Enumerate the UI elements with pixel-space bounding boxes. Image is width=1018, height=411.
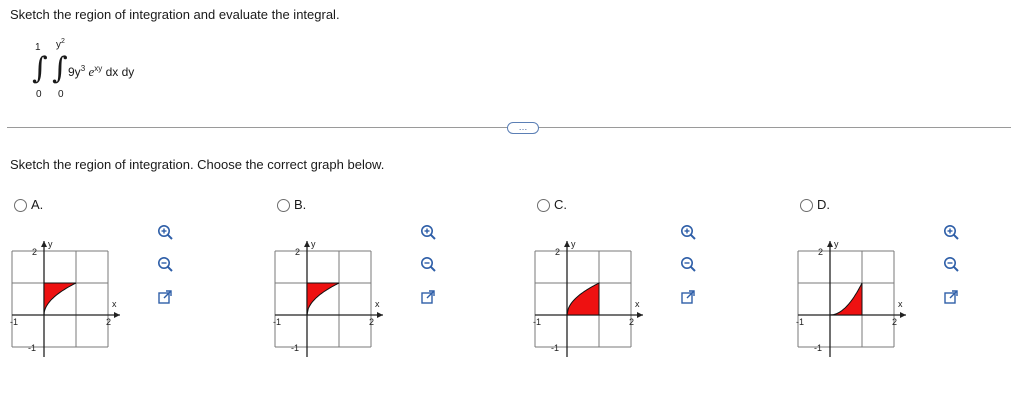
region-graph: y2x2-1-1 — [10, 239, 120, 357]
zoom-in-icon[interactable] — [419, 223, 437, 241]
inner-integral-sign: ∫ — [52, 51, 68, 86]
question-text: Sketch the region of integration. Choose… — [10, 157, 385, 172]
y-max-label: 2 — [295, 247, 300, 257]
x-max-label: 2 — [369, 317, 374, 327]
zoom-out-icon-glyph — [681, 257, 696, 272]
shaded-region — [829, 282, 863, 316]
x-min-label: -1 — [796, 317, 804, 327]
x-axis-label: x — [898, 299, 903, 309]
outer-lower-limit: 0 — [36, 89, 42, 100]
x-axis-arrow — [114, 312, 120, 318]
y-max-label: 2 — [555, 247, 560, 257]
zoom-in-icon[interactable] — [156, 223, 174, 241]
y-axis-arrow — [41, 241, 47, 247]
shaded-region — [566, 282, 600, 316]
answer-option-c[interactable]: C. y 2 x 2 -1 -1 — [533, 197, 777, 357]
open-in-window-icon-glyph — [158, 290, 172, 304]
zoom-in-icon-glyph — [158, 225, 173, 240]
zoom-in-icon-glyph — [681, 225, 696, 240]
zoom-out-icon[interactable] — [156, 255, 174, 273]
zoom-out-icon[interactable] — [679, 255, 697, 273]
open-in-window-icon[interactable] — [942, 288, 960, 306]
x-axis-arrow — [637, 312, 643, 318]
y-axis-arrow — [564, 241, 570, 247]
zoom-out-icon[interactable] — [942, 255, 960, 273]
y-max-label: 2 — [818, 247, 823, 257]
y-axis-label: y — [48, 239, 53, 249]
answer-option-d[interactable]: D. y 2 x 2 -1 -1 — [796, 197, 1018, 357]
zoom-in-icon-glyph — [421, 225, 436, 240]
x-max-label: 2 — [106, 317, 111, 327]
y-min-label: -1 — [814, 343, 822, 353]
x-max-label: 2 — [629, 317, 634, 327]
zoom-in-icon-glyph — [944, 225, 959, 240]
x-axis-arrow — [900, 312, 906, 318]
shaded-region — [43, 282, 77, 316]
zoom-out-icon-glyph — [421, 257, 436, 272]
zoom-out-icon-glyph — [158, 257, 173, 272]
zoom-in-icon[interactable] — [679, 223, 697, 241]
x-max-label: 2 — [892, 317, 897, 327]
x-axis-label: x — [112, 299, 117, 309]
y-axis-label: y — [834, 239, 839, 249]
x-axis-arrow — [377, 312, 383, 318]
open-in-window-icon[interactable] — [679, 288, 697, 306]
expand-more-button[interactable]: … — [507, 122, 539, 134]
inner-lower-limit: 0 — [58, 89, 64, 100]
zoom-in-icon[interactable] — [942, 223, 960, 241]
answer-option-b[interactable]: B. y 2 x 2 -1 -1 — [273, 197, 517, 357]
shaded-region — [306, 282, 340, 316]
y-min-label: -1 — [291, 343, 299, 353]
y-axis-arrow — [827, 241, 833, 247]
y-axis-label: y — [311, 239, 316, 249]
open-in-window-icon-glyph — [421, 290, 435, 304]
x-axis-label: x — [635, 299, 640, 309]
region-graph: y2x2-1-1 — [273, 239, 383, 357]
integrand: 9y3 exy dx dy — [68, 64, 135, 79]
x-min-label: -1 — [10, 317, 18, 327]
y-max-label: 2 — [32, 247, 37, 257]
integral-expression: 1 y2 ∫ ∫ 0 0 9y3 exy dx dy — [22, 36, 222, 106]
x-axis-label: x — [375, 299, 380, 309]
y-axis-arrow — [304, 241, 310, 247]
y-axis-label: y — [571, 239, 576, 249]
open-in-window-icon-glyph — [944, 290, 958, 304]
open-in-window-icon[interactable] — [419, 288, 437, 306]
zoom-out-icon[interactable] — [419, 255, 437, 273]
x-min-label: -1 — [533, 317, 541, 327]
region-graph: y2x2-1-1 — [796, 239, 906, 357]
x-min-label: -1 — [273, 317, 281, 327]
y-min-label: -1 — [551, 343, 559, 353]
outer-integral-sign: ∫ — [32, 51, 48, 86]
answer-option-a[interactable]: A. y 2 x 2 -1 -1 — [10, 197, 254, 357]
inner-upper-limit: y2 — [56, 38, 65, 51]
region-graph: y2x2-1-1 — [533, 239, 643, 357]
open-in-window-icon[interactable] — [156, 288, 174, 306]
zoom-out-icon-glyph — [944, 257, 959, 272]
open-in-window-icon-glyph — [681, 290, 695, 304]
prompt-text: Sketch the region of integration and eva… — [10, 7, 340, 22]
y-min-label: -1 — [28, 343, 36, 353]
